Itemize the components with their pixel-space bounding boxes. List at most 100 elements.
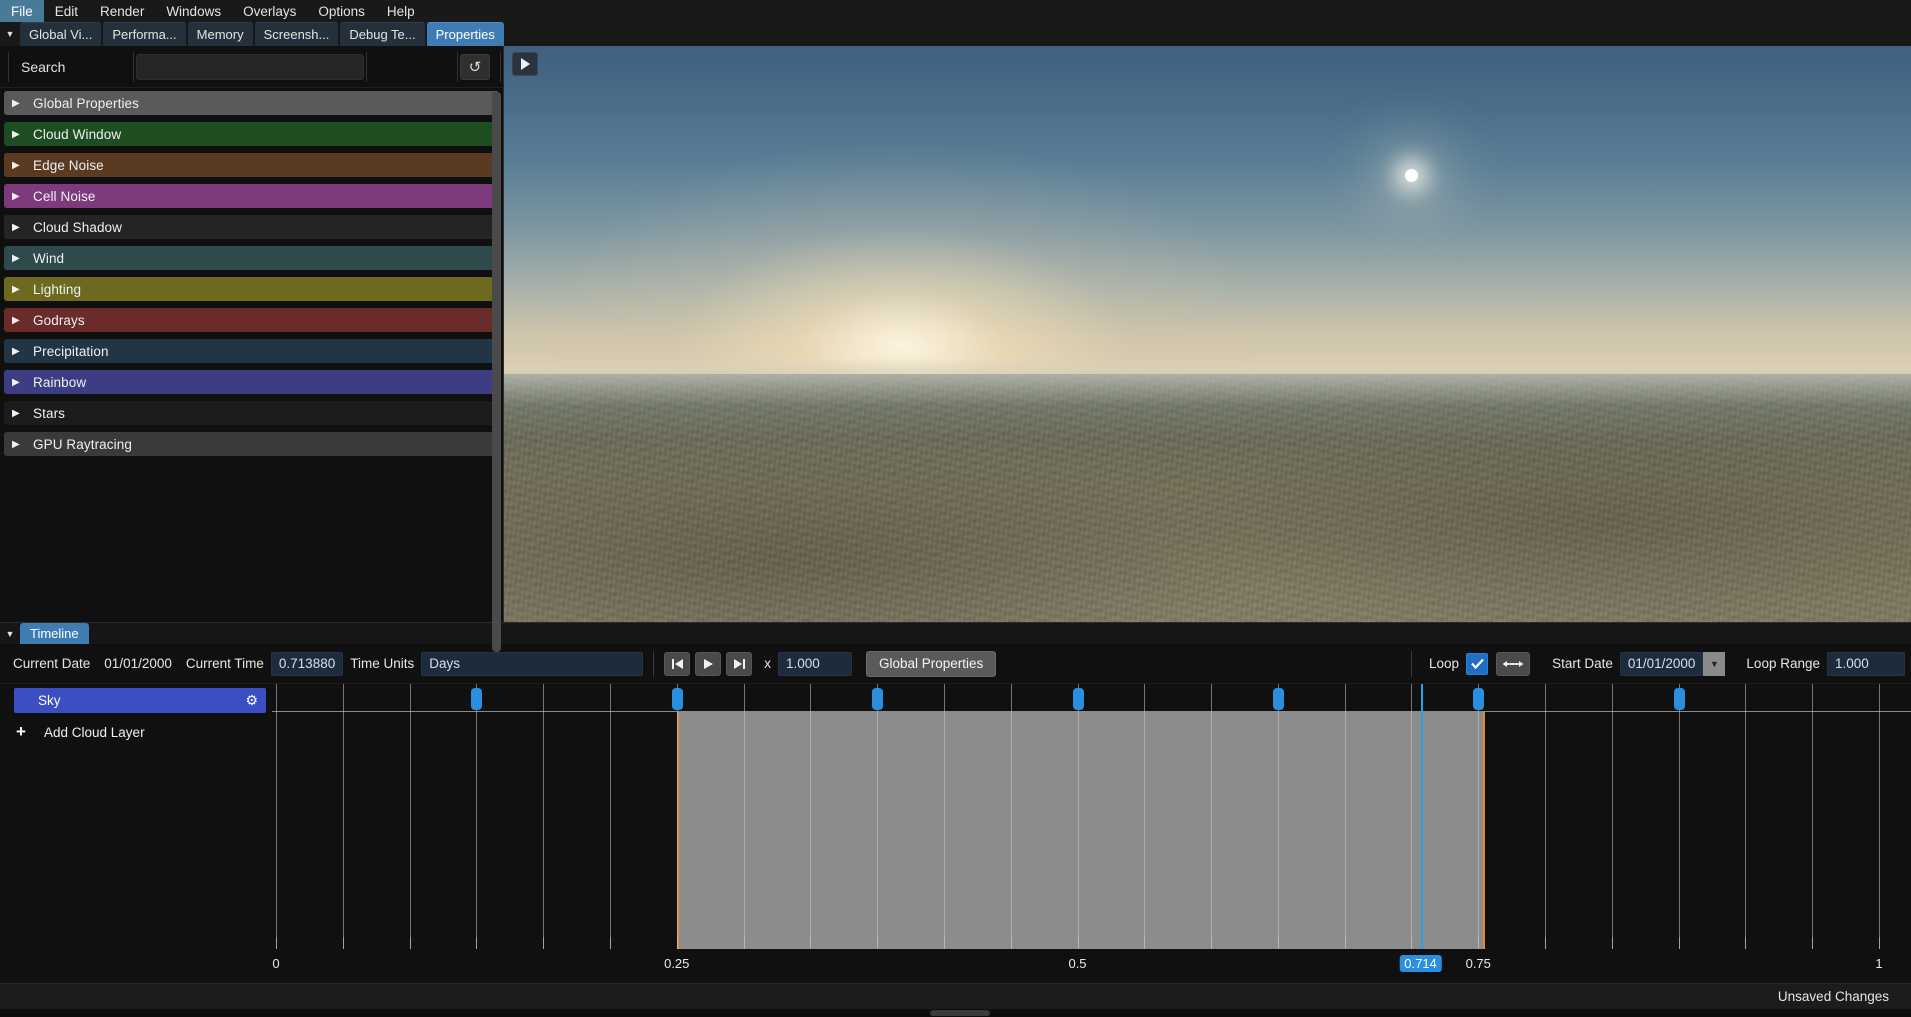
tab-globalvi[interactable]: Global Vi... [20, 22, 102, 46]
property-group-label: Stars [33, 405, 66, 421]
property-group-precipitation[interactable]: ▶ Precipitation [4, 339, 499, 363]
tab-debugte[interactable]: Debug Te... [340, 22, 425, 46]
timeline-track[interactable]: 0 0.25 0.5 0.75 1 0.714 [272, 684, 1911, 983]
scrollbar-thumb[interactable] [492, 92, 501, 652]
keyframe-marker[interactable] [1673, 688, 1685, 710]
timeline-layer-sky[interactable]: Sky ⚙ [14, 688, 266, 713]
ruler-tick [342, 937, 344, 949]
ruler-tick [676, 937, 678, 949]
skip-to-start-glyph [671, 658, 683, 669]
speed-label: x [764, 656, 771, 671]
property-group-global-properties[interactable]: ▶ Global Properties [4, 91, 499, 115]
keyframe-marker[interactable] [872, 688, 884, 710]
timeline-grid-line [1478, 684, 1480, 949]
search-input[interactable] [136, 53, 364, 80]
menu-item-overlays[interactable]: Overlays [232, 0, 307, 22]
menu-item-render[interactable]: Render [89, 0, 155, 22]
tab-memory[interactable]: Memory [187, 22, 253, 46]
expand-triangle-icon[interactable]: ▶ [12, 191, 28, 202]
property-group-lighting[interactable]: ▶ Lighting [4, 277, 499, 301]
start-date-control[interactable]: 01/01/2000 ▼ [1619, 651, 1726, 676]
keyframe-marker[interactable] [1272, 688, 1284, 710]
scrollbar-thumb[interactable] [930, 1010, 990, 1016]
expand-triangle-icon[interactable]: ▶ [12, 253, 28, 264]
property-group-stars[interactable]: ▶ Stars [4, 401, 499, 425]
add-cloud-layer-button[interactable]: + Add Cloud Layer [0, 719, 272, 745]
panel-tab-bar: ▼ Global Vi... Performa... Memory Screensh.… [0, 22, 1911, 46]
property-group-cloud-shadow[interactable]: ▶ Cloud Shadow [4, 215, 499, 239]
skip-to-start-icon[interactable] [664, 651, 691, 676]
render-viewport[interactable] [504, 46, 1911, 622]
expand-triangle-icon[interactable]: ▶ [12, 346, 28, 357]
ruler-tick [1144, 937, 1146, 949]
property-group-label: Precipitation [33, 343, 109, 359]
timeline-grid-line [877, 684, 879, 949]
chevron-down-icon[interactable]: ▼ [0, 22, 20, 46]
property-group-wind[interactable]: ▶ Wind [4, 246, 499, 270]
menu-item-options[interactable]: Options [307, 0, 376, 22]
expand-triangle-icon[interactable]: ▶ [12, 408, 28, 419]
loop-range-field[interactable]: 1.000 [1827, 651, 1905, 676]
property-group-label: Edge Noise [33, 157, 104, 173]
viewport-play-button[interactable] [512, 52, 538, 76]
expand-triangle-icon[interactable]: ▶ [12, 160, 28, 171]
time-units-field[interactable]: Days [421, 651, 644, 676]
timeline-playhead[interactable] [1420, 684, 1423, 949]
play-icon[interactable] [695, 651, 722, 676]
property-group-edge-noise[interactable]: ▶ Edge Noise [4, 153, 499, 177]
expand-triangle-icon[interactable]: ▶ [12, 284, 28, 295]
timeline-grid-line [276, 684, 277, 949]
timeline-body: Sky ⚙ + Add Cloud Layer 0 0.25 0.5 0.75 1 0.7… [0, 684, 1911, 983]
menu-item-edit[interactable]: Edit [44, 0, 89, 22]
tab-screensh[interactable]: Screensh... [254, 22, 339, 46]
chevron-down-icon[interactable]: ▼ [1703, 651, 1726, 676]
add-cloud-layer-label: Add Cloud Layer [44, 724, 145, 740]
property-group-cell-noise[interactable]: ▶ Cell Noise [4, 184, 499, 208]
check-icon [1470, 658, 1484, 669]
current-time-field[interactable]: 0.713880 [270, 651, 344, 676]
property-group-godrays[interactable]: ▶ Godrays [4, 308, 499, 332]
expand-triangle-icon[interactable]: ▶ [12, 222, 28, 233]
expand-triangle-icon[interactable]: ▶ [12, 439, 28, 450]
property-group-cloud-window[interactable]: ▶ Cloud Window [4, 122, 499, 146]
timeline-selection-range[interactable] [676, 712, 1485, 949]
gear-icon[interactable]: ⚙ [245, 692, 258, 709]
layer-name-label: Sky [38, 693, 61, 708]
chevron-down-icon[interactable]: ▼ [0, 623, 20, 644]
speed-field[interactable]: 1.000 [777, 651, 852, 676]
loop-checkbox[interactable] [1466, 652, 1489, 675]
expand-triangle-icon[interactable]: ▶ [12, 98, 28, 109]
status-message: Unsaved Changes [1777, 989, 1889, 1004]
left-right-arrow-icon[interactable] [1496, 651, 1531, 676]
expand-triangle-icon[interactable]: ▶ [12, 315, 28, 326]
menu-item-help[interactable]: Help [376, 0, 426, 22]
ruler-tick [1545, 937, 1547, 949]
separator [1411, 650, 1413, 677]
tab-properties[interactable]: Properties [426, 22, 504, 46]
loop-label: Loop [1429, 656, 1460, 671]
keyframe-marker[interactable] [671, 688, 683, 710]
loop-range-label: Loop Range [1746, 656, 1820, 671]
property-group-rainbow[interactable]: ▶ Rainbow [4, 370, 499, 394]
tab-timeline[interactable]: Timeline [20, 623, 89, 644]
timeline-grid-line [1879, 684, 1880, 949]
main-body: Search ↺ ▶ Global Properties ▶ Cloud Window… [0, 46, 1911, 652]
ruler-tick [1879, 937, 1880, 949]
skip-to-end-icon[interactable] [726, 651, 753, 676]
menu-item-file[interactable]: File [0, 0, 44, 22]
start-date-field[interactable]: 01/01/2000 [1619, 651, 1704, 676]
expand-triangle-icon[interactable]: ▶ [12, 129, 28, 140]
keyframe-marker[interactable] [471, 688, 483, 710]
reset-icon[interactable]: ↺ [460, 53, 490, 80]
expand-triangle-icon[interactable]: ▶ [12, 377, 28, 388]
property-group-gpu-raytracing[interactable]: ▶ GPU Raytracing [4, 432, 499, 456]
menu-item-windows[interactable]: Windows [155, 0, 232, 22]
properties-scrollbar[interactable] [492, 92, 501, 652]
bottom-scroll-strip[interactable] [0, 1009, 1911, 1017]
keyframe-marker[interactable] [1473, 688, 1485, 710]
global-properties-button[interactable]: Global Properties [865, 650, 997, 677]
timeline-grid-line [1344, 684, 1346, 949]
ruler-tick-label: 0.75 [1465, 956, 1491, 971]
keyframe-marker[interactable] [1072, 688, 1084, 710]
tab-performa[interactable]: Performa... [103, 22, 186, 46]
